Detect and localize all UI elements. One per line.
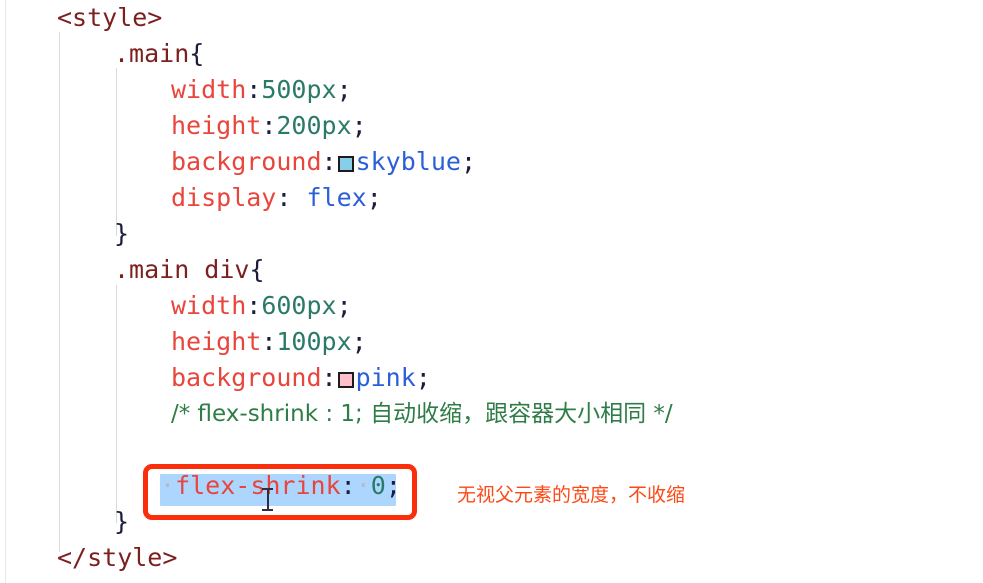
code-line-4[interactable]: height:200px; [0,108,983,144]
value-height-main: 200px [276,111,352,140]
code-line-5[interactable]: background: skyblue; [0,144,983,180]
pink-color-swatch-icon[interactable] [337,372,354,388]
value-display-main: flex [306,183,367,212]
value-width-div: 600px [261,291,337,320]
comment-flex-shrink-note: /* flex-shrink : 1; 自动收缩，跟容器大小相同 */ [171,401,673,427]
style-close-tag: </style> [57,543,178,572]
brace-close-main-div: } [114,507,130,536]
property-height-div: height [171,327,262,356]
property-display-main: display [171,183,277,212]
code-line-1[interactable]: <style> [0,0,983,36]
selector-main: .main [114,39,190,68]
brace-open-main-div: { [249,255,265,284]
code-line-9[interactable]: width:600px; [0,288,983,324]
colon-6: : [276,183,292,212]
code-line-8[interactable]: .main div{ [0,252,983,288]
value-background-main: skyblue [355,147,461,176]
semicolon-10: ; [351,327,367,356]
style-open-tag: <style> [57,3,163,32]
colon-3: : [246,75,262,104]
code-line-2[interactable]: .main{ [0,36,983,72]
annotation-note: 无视父元素的宽度，不收缩 [457,484,686,506]
colon-4: : [261,111,277,140]
semicolon-3: ; [336,75,352,104]
value-background-div: pink [355,363,416,392]
selector-main-div: .main div [114,255,250,284]
property-background-div: background [171,363,322,392]
code-line-12[interactable]: /* flex-shrink : 1; 自动收缩，跟容器大小相同 */ [0,396,983,432]
semicolon-5: ; [460,147,476,176]
code-line-16[interactable]: </style> [0,540,983,576]
colon-9: : [246,291,262,320]
property-width-div: width [171,291,247,320]
value-height-div: 100px [276,327,352,356]
value-width-main: 500px [261,75,337,104]
code-line-7[interactable]: } [0,216,983,252]
semicolon-9: ; [336,291,352,320]
code-line-10[interactable]: height:100px; [0,324,983,360]
semicolon-4: ; [351,111,367,140]
code-line-13-blank[interactable] [0,432,983,468]
property-width-main: width [171,75,247,104]
semicolon-11: ; [415,363,431,392]
property-height-main: height [171,111,262,140]
property-background-main: background [171,147,322,176]
colon-5: : [321,147,337,176]
code-line-3[interactable]: width:500px; [0,72,983,108]
colon-10: : [261,327,277,356]
brace-close-main: } [114,219,130,248]
semicolon-6: ; [366,183,382,212]
colon-11: : [321,363,337,392]
brace-open-main: { [189,39,205,68]
code-editor[interactable]: <style> .main{ width:500px; height:200px… [0,0,983,583]
skyblue-color-swatch-icon[interactable] [337,156,354,172]
code-line-11[interactable]: background: pink; [0,360,983,396]
code-line-6[interactable]: display: flex; [0,180,983,216]
red-highlight-box [143,464,417,520]
